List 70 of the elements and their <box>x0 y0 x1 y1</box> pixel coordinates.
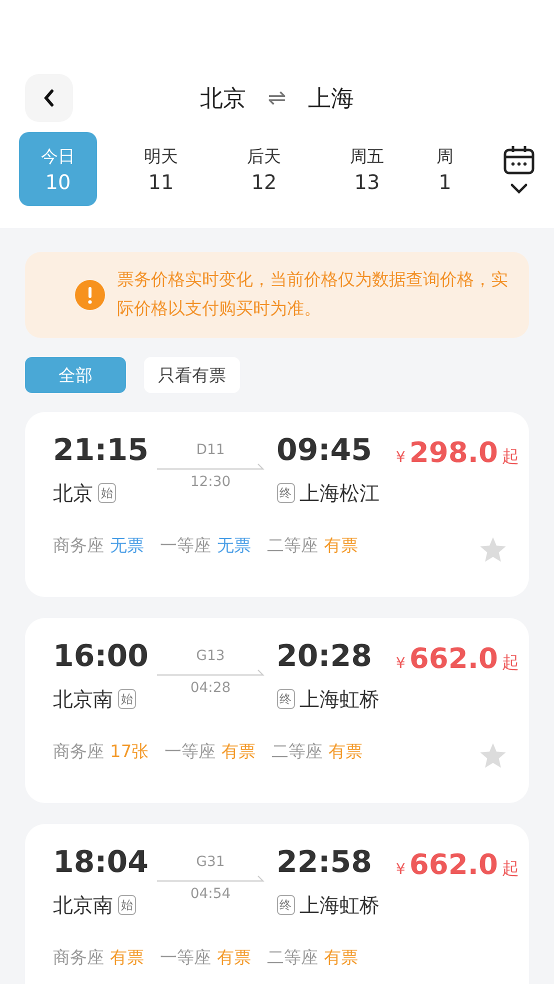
arrival-station: 上海松江 <box>300 480 380 506</box>
seat-status: 有票 <box>217 948 251 968</box>
date-tab[interactable]: 明天 11 <box>122 132 200 206</box>
price: 298.0 <box>409 436 498 469</box>
departure-city: 北京 <box>200 84 246 114</box>
origin-tag: 始 <box>98 483 116 503</box>
train-number: D11 <box>196 442 225 458</box>
terminal-tag: 终 <box>276 483 294 503</box>
departure-station: 北京 <box>53 480 93 506</box>
date-tab[interactable]: 周五 13 <box>328 132 406 206</box>
departure-station: 北京南 <box>53 686 113 712</box>
arrival-station: 上海虹桥 <box>300 892 380 918</box>
back-icon <box>42 88 56 108</box>
arrival-time: 22:58 <box>276 844 373 882</box>
price-suffix: 起 <box>502 446 519 468</box>
seat-status: 17张 <box>110 742 149 762</box>
chevron-down-icon <box>510 182 528 194</box>
star-icon[interactable] <box>479 536 507 563</box>
seat-status: 无票 <box>217 536 251 556</box>
seat-class: 二等座 <box>272 742 323 762</box>
train-card[interactable]: 21:15 北京 始 D11 12:30 09:45 终 上海松江 ¥298.0 起 商务座 无票 一等座 无票 二等座 有票 <box>25 412 529 597</box>
terminal-tag: 终 <box>276 689 294 709</box>
duration: 04:28 <box>190 680 231 696</box>
date-tab[interactable]: 后天 12 <box>225 132 303 206</box>
warning-icon <box>75 280 105 310</box>
departure-time: 18:04 <box>53 844 148 882</box>
train-card[interactable]: 18:04 北京南 始 G31 04:54 22:58 终 上海虹桥 ¥662.0 起 商务座 有票 一等座 有票 二等座 有票 <box>25 824 529 984</box>
seat-status: 有票 <box>324 536 358 556</box>
duration: 12:30 <box>190 474 231 490</box>
currency: ¥ <box>396 448 406 466</box>
train-number: G31 <box>196 854 225 870</box>
price-suffix: 起 <box>502 652 519 674</box>
date-tab[interactable]: 周 1 <box>431 132 459 206</box>
seat-status: 有票 <box>110 948 144 968</box>
swap-icon[interactable]: ⇌ <box>268 86 286 110</box>
arrival-station: 上海虹桥 <box>300 686 380 712</box>
price: 662.0 <box>409 848 498 881</box>
origin-tag: 始 <box>118 895 136 915</box>
seat-class: 一等座 <box>164 742 216 762</box>
currency: ¥ <box>396 654 406 672</box>
currency: ¥ <box>396 860 406 878</box>
seat-status: 有票 <box>222 742 256 762</box>
back-button[interactable] <box>25 74 73 122</box>
notice-text: 票务价格实时变化，当前价格仅为数据查询价格，实际价格以支付购买时为准。 <box>117 269 509 321</box>
seat-class: 二等座 <box>267 536 318 556</box>
origin-tag: 始 <box>118 689 136 709</box>
seat-class: 商务座 <box>53 536 104 556</box>
arrival-city: 上海 <box>308 84 354 114</box>
arrival-time: 09:45 <box>276 432 373 470</box>
seat-status: 无票 <box>110 536 144 556</box>
star-icon[interactable] <box>479 742 507 769</box>
departure-time: 16:00 <box>53 638 148 676</box>
departure-station: 北京南 <box>53 892 113 918</box>
seat-status: 有票 <box>328 742 363 762</box>
seat-class: 一等座 <box>160 536 211 556</box>
seat-class: 商务座 <box>53 742 104 762</box>
filter-chip[interactable]: 只看有票 <box>144 357 240 393</box>
duration: 04:54 <box>190 886 231 902</box>
seat-status: 有票 <box>324 948 358 968</box>
calendar-icon <box>503 144 535 174</box>
departure-time: 21:15 <box>53 432 148 470</box>
arrival-time: 20:28 <box>276 638 373 676</box>
train-number: G13 <box>196 648 225 664</box>
seat-class: 一等座 <box>160 948 211 968</box>
price: 662.0 <box>409 642 498 675</box>
price-suffix: 起 <box>502 858 519 880</box>
seat-class: 二等座 <box>267 948 318 968</box>
terminal-tag: 终 <box>276 895 294 915</box>
seat-class: 商务座 <box>53 948 104 968</box>
train-card[interactable]: 16:00 北京南 始 G13 04:28 20:28 终 上海虹桥 ¥662.0 起 商务座 17张 一等座 有票 二等座 有票 <box>25 618 529 803</box>
